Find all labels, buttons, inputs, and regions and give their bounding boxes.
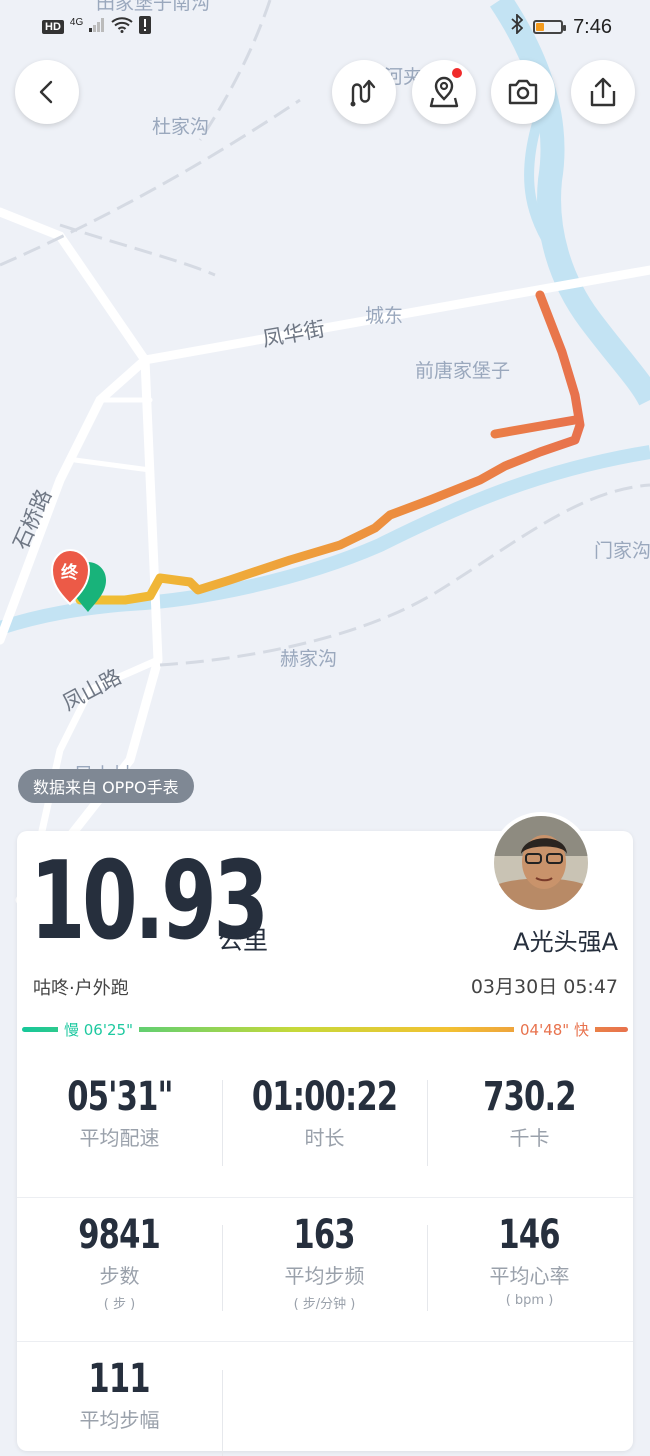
activity-type: 咕咚·户外跑 bbox=[33, 978, 129, 999]
stat-label: 平均心率 bbox=[489, 1264, 570, 1288]
camera-button[interactable] bbox=[491, 60, 555, 124]
stat-unit: ( bpm ) bbox=[505, 1293, 554, 1308]
stat-value: 730.2 bbox=[483, 1074, 576, 1120]
end-marker-label: 终 bbox=[61, 563, 78, 583]
map-label-qiantang: 前唐家堡子 bbox=[415, 360, 511, 382]
battery-icon bbox=[533, 20, 567, 34]
stat-label: 千卡 bbox=[509, 1126, 550, 1150]
stat-calories: 730.2 千卡 bbox=[427, 1074, 632, 1151]
stat-stride: 111 平均步幅 bbox=[17, 1356, 222, 1433]
stat-duration: 01:00:22 时长 bbox=[222, 1074, 427, 1151]
stat-label: 时长 bbox=[304, 1126, 345, 1150]
stat-label: 平均步频 bbox=[284, 1264, 365, 1288]
location-pin-icon bbox=[429, 76, 459, 108]
wifi-icon bbox=[111, 17, 133, 36]
stat-value: 163 bbox=[293, 1212, 356, 1258]
network-type: 4G bbox=[69, 17, 84, 28]
stat-unit: ( 步/分钟 ) bbox=[293, 1297, 356, 1312]
pace-slow-label: 慢 06'25" bbox=[58, 1019, 139, 1040]
pace-fast-label: 04'48" 快 bbox=[514, 1019, 595, 1040]
bluetooth-icon bbox=[511, 12, 524, 40]
stat-unit: ( 步 ) bbox=[103, 1297, 136, 1312]
stat-avg-pace: 05'31" 平均配速 bbox=[17, 1074, 222, 1151]
user-photo bbox=[494, 816, 588, 910]
status-bar: HD 4G 7:46 bbox=[0, 0, 650, 56]
stat-heart-rate: 146 平均心率 ( bpm ) bbox=[427, 1212, 632, 1308]
stat-value: 05'31" bbox=[66, 1074, 173, 1120]
clock: 7:46 bbox=[573, 15, 612, 38]
map-label-chengdong: 城东 bbox=[365, 305, 404, 327]
divider bbox=[222, 1370, 223, 1456]
stat-value: 146 bbox=[498, 1212, 561, 1258]
location-button[interactable] bbox=[412, 60, 476, 124]
chevron-left-icon bbox=[39, 80, 53, 104]
share-button[interactable] bbox=[571, 60, 635, 124]
signal-icon bbox=[89, 18, 105, 35]
map-label-menjia: 门家沟 bbox=[594, 540, 650, 562]
share-icon bbox=[590, 77, 616, 107]
distance-unit: 公里 bbox=[218, 926, 269, 955]
route-replay-button[interactable] bbox=[332, 60, 396, 124]
stat-label: 步数 bbox=[99, 1264, 140, 1288]
avatar[interactable] bbox=[490, 812, 592, 914]
notification-dot bbox=[450, 66, 464, 80]
camera-icon bbox=[508, 79, 538, 105]
stat-label: 平均步幅 bbox=[79, 1408, 160, 1432]
stat-value: 01:00:22 bbox=[251, 1074, 398, 1120]
stat-value: 9841 bbox=[78, 1212, 162, 1258]
map-label-dujiagou: 杜家沟 bbox=[152, 116, 210, 138]
alert-icon bbox=[139, 16, 152, 37]
stat-cadence: 163 平均步频 ( 步/分钟 ) bbox=[222, 1212, 427, 1312]
back-button[interactable] bbox=[15, 60, 79, 124]
data-source-label: 数据来自 OPPO手表 bbox=[18, 769, 194, 803]
row-divider bbox=[17, 1341, 633, 1342]
stat-label: 平均配速 bbox=[79, 1126, 160, 1150]
stat-value: 111 bbox=[88, 1356, 151, 1402]
route-icon bbox=[350, 79, 376, 107]
row-divider bbox=[17, 1197, 633, 1198]
stat-steps: 9841 步数 ( 步 ) bbox=[17, 1212, 222, 1312]
hd-badge: HD bbox=[42, 19, 64, 34]
map-label-hejiagou: 赫家沟 bbox=[280, 648, 338, 670]
activity-datetime: 03月30日 05:47 bbox=[470, 976, 618, 998]
user-name[interactable]: A光头强A bbox=[513, 922, 618, 957]
